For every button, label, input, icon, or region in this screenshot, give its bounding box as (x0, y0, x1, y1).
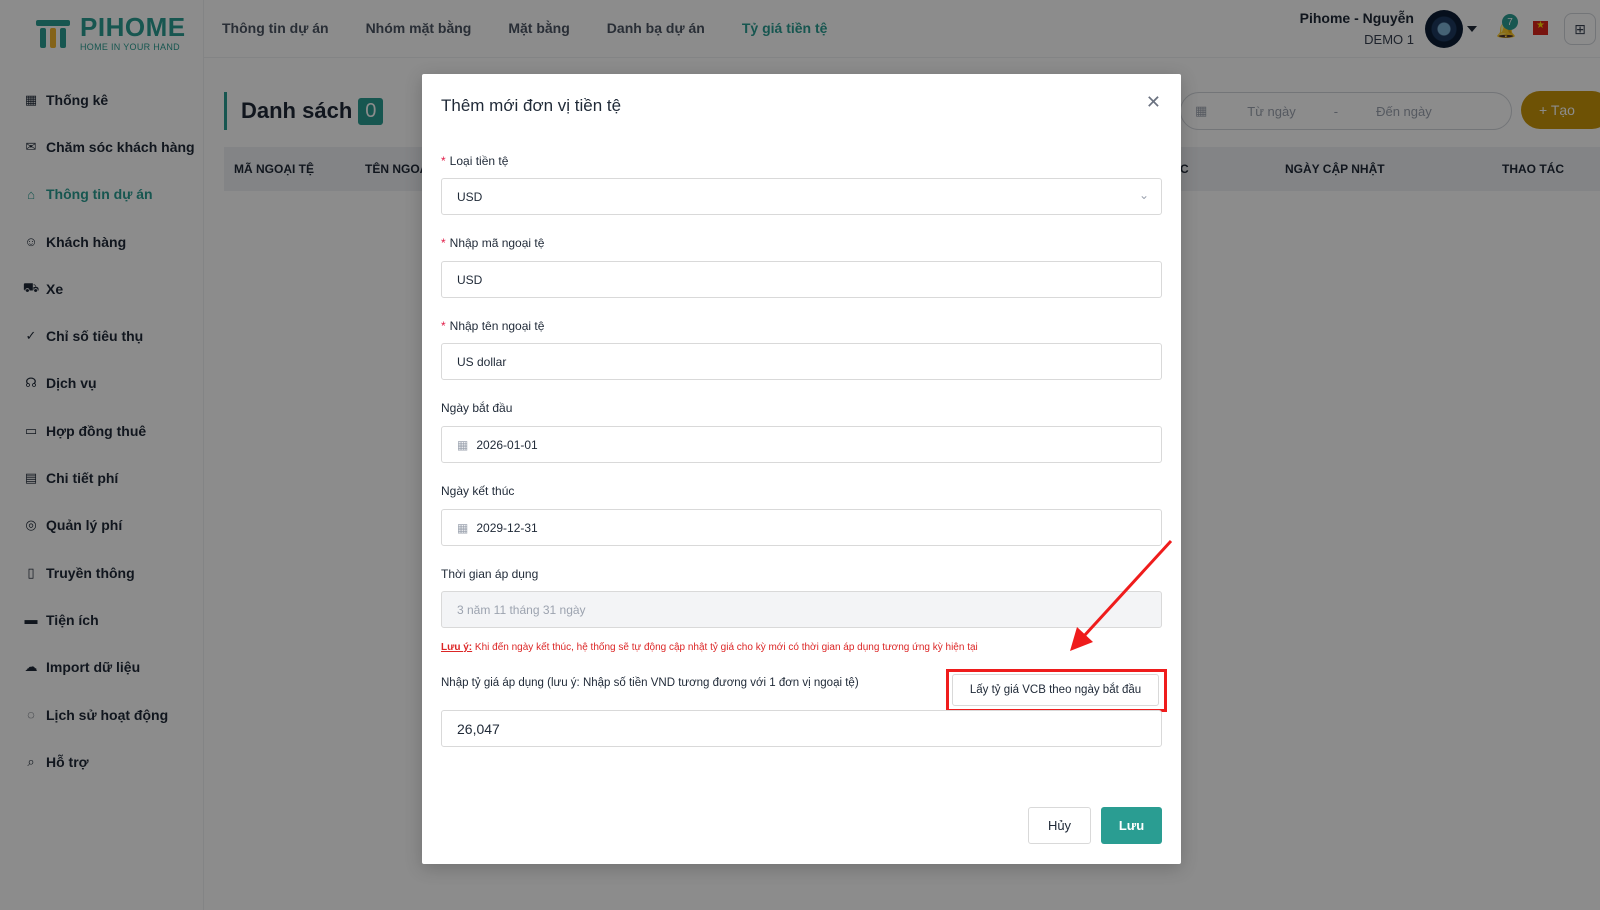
currency-code-label: * Nhập mã ngoại tệ (441, 236, 545, 250)
chevron-down-icon: ⌄ (1138, 188, 1149, 202)
currency-name-label: * Nhập tên ngoại tệ (441, 319, 545, 333)
currency-name-input[interactable]: US dollar (441, 343, 1162, 380)
note-text: Lưu ý: Khi đến ngày kết thúc, hệ thống s… (441, 642, 978, 653)
start-date-label: Ngày bắt đầu (441, 401, 513, 415)
currency-name-value: US dollar (457, 354, 507, 369)
currency-code-value: USD (457, 272, 483, 287)
currency-type-label: * Loại tiền tệ (441, 154, 509, 168)
duration-field: 3 năm 11 tháng 31 ngày (441, 591, 1162, 628)
currency-code-input[interactable]: USD (441, 261, 1162, 298)
currency-type-select[interactable]: USD ⌄ (441, 178, 1162, 215)
note-prefix: Lưu ý: (441, 642, 473, 653)
rate-input[interactable]: 26,047 (441, 710, 1162, 747)
add-currency-modal: Thêm mới đơn vị tiền tệ ✕ * Loại tiền tệ … (422, 74, 1181, 864)
save-button[interactable]: Lưu (1101, 807, 1162, 844)
duration-label: Thời gian áp dụng (441, 567, 539, 581)
end-date-value: 2029-12-31 (476, 520, 538, 535)
start-date-picker[interactable]: ▦ 2026-01-01 (441, 426, 1162, 463)
end-date-label: Ngày kết thúc (441, 484, 515, 498)
calendar-icon: ▦ (457, 520, 469, 535)
highlight-annotation (946, 669, 1167, 712)
note-body: Khi đến ngày kết thúc, hệ thống sẽ tự độ… (472, 642, 978, 653)
start-date-value: 2026-01-01 (476, 437, 538, 452)
duration-value: 3 năm 11 tháng 31 ngày (457, 602, 586, 617)
rate-label: Nhập tỷ giá áp dụng (lưu ý: Nhập số tiền… (441, 677, 859, 689)
close-icon[interactable]: ✕ (1146, 92, 1161, 113)
modal-title: Thêm mới đơn vị tiền tệ (441, 96, 622, 115)
rate-value: 26,047 (457, 720, 500, 737)
cancel-button[interactable]: Hủy (1028, 807, 1091, 844)
currency-type-value: USD (457, 189, 483, 204)
calendar-icon: ▦ (457, 437, 469, 452)
end-date-picker[interactable]: ▦ 2029-12-31 (441, 509, 1162, 546)
